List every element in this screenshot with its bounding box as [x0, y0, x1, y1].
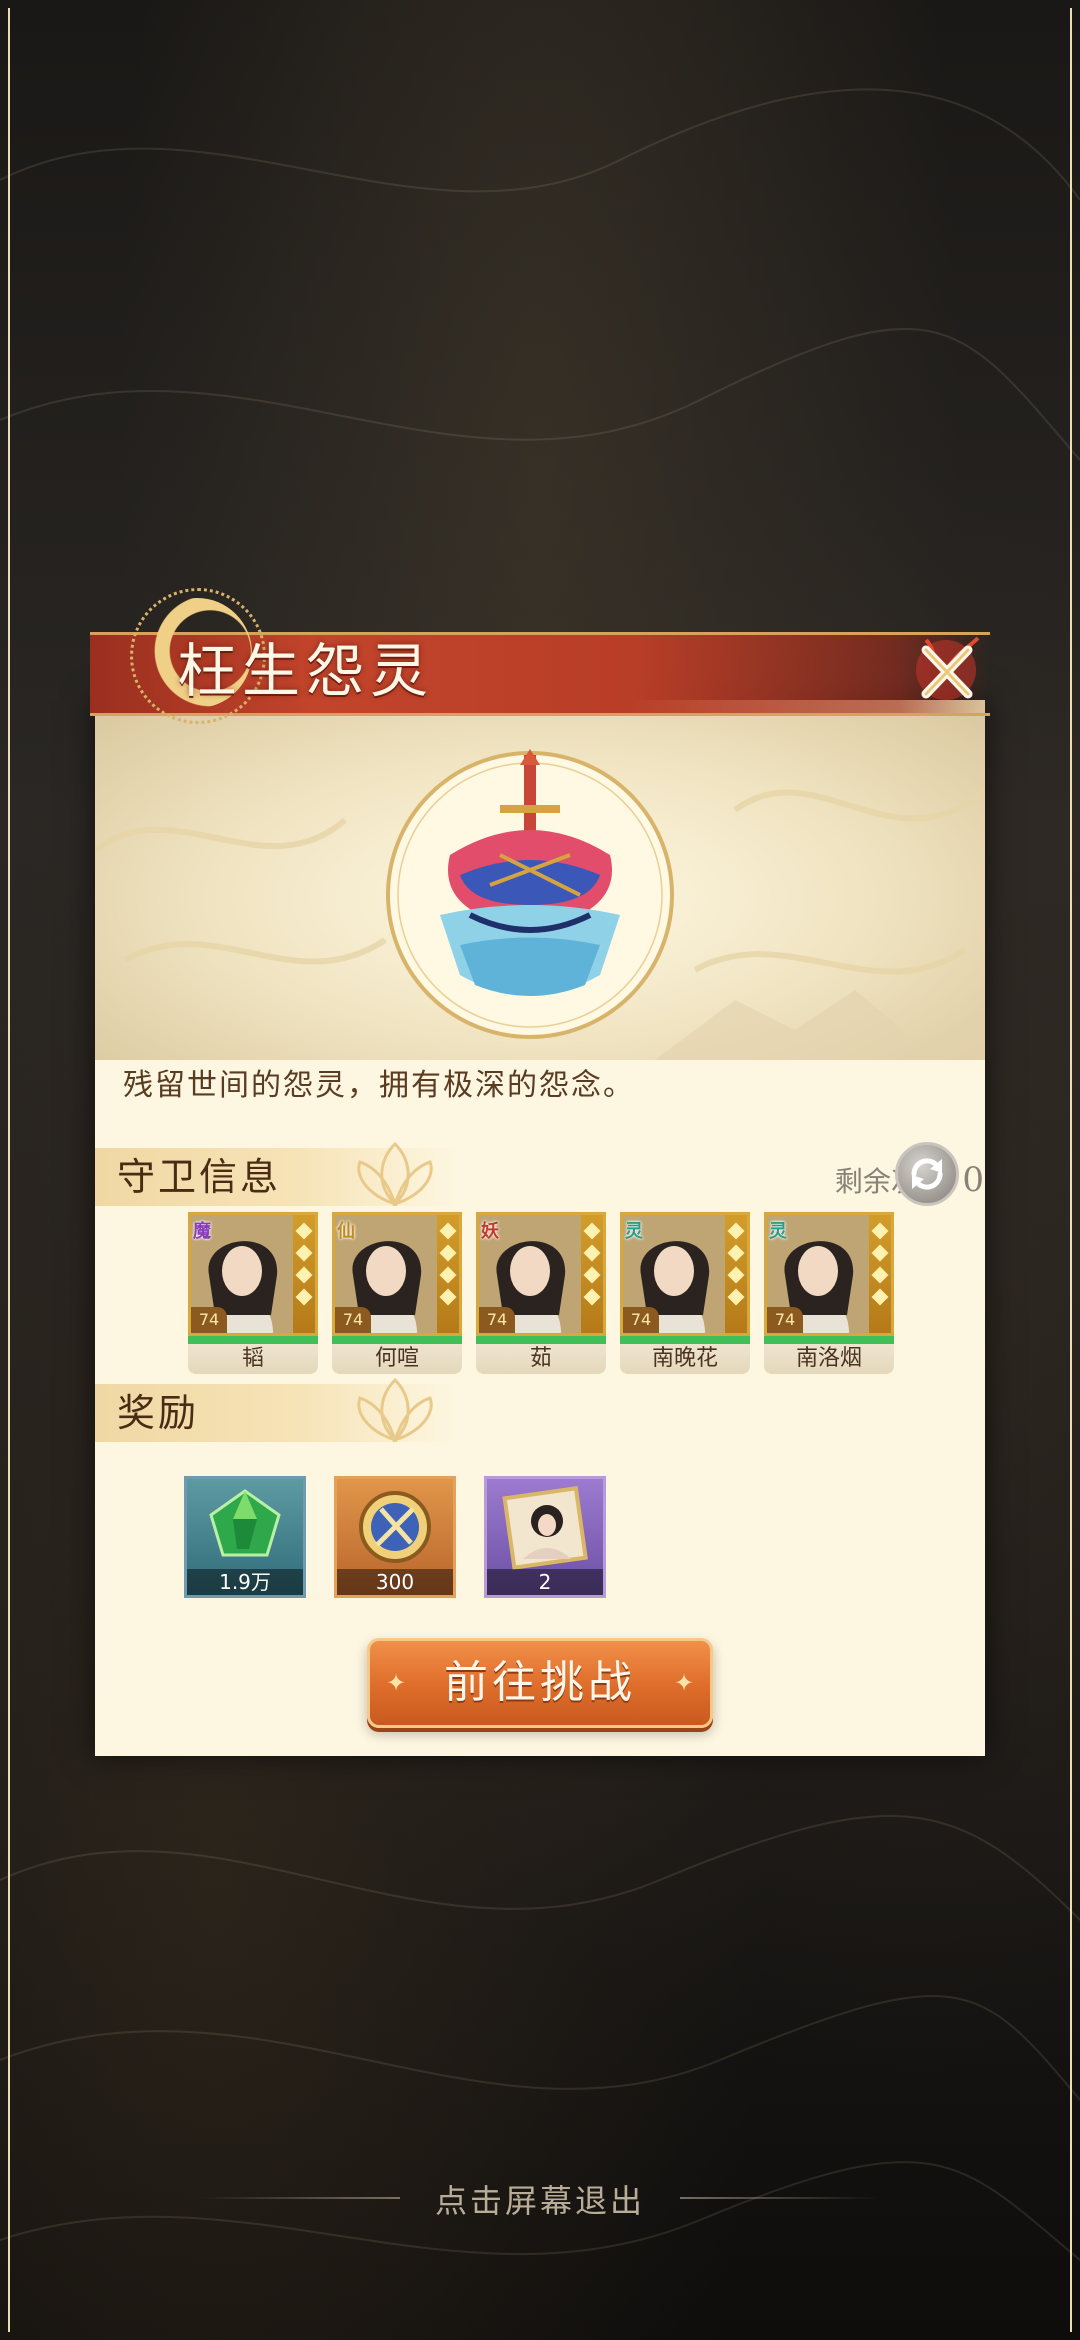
reward-item-medal[interactable]: 300 — [334, 1476, 456, 1598]
banner-art — [95, 700, 985, 1060]
go-challenge-label: 前往挑战 — [444, 1657, 636, 1708]
event-description: 残留世间的怨灵，拥有极深的怨念。 — [123, 1068, 635, 1103]
refresh-icon — [911, 1158, 943, 1190]
star-rating — [437, 1215, 459, 1333]
character-portrait-icon — [502, 1486, 588, 1570]
reward-section-header: 奖励 — [95, 1377, 455, 1443]
faction-badge: 灵 — [769, 1221, 787, 1242]
level-badge: 74 — [335, 1307, 371, 1333]
level-badge: 74 — [191, 1307, 227, 1333]
guard-portrait-frame: 灵 74 — [764, 1212, 894, 1336]
health-bar — [476, 1336, 606, 1344]
jade-gem-icon — [209, 1489, 281, 1557]
guard-card[interactable]: 妖 74 茹 — [476, 1212, 606, 1374]
star-rating — [869, 1215, 891, 1333]
lotus-icon — [357, 1141, 433, 1207]
reward-item-portrait[interactable]: 2 — [484, 1476, 606, 1598]
guard-portrait-frame: 灵 74 — [620, 1212, 750, 1336]
reward-item-jade[interactable]: 1.9万 — [184, 1476, 306, 1598]
reward-count: 300 — [337, 1569, 453, 1595]
guard-section-header: 守卫信息 — [95, 1141, 455, 1207]
star-rating — [581, 1215, 603, 1333]
health-bar — [620, 1336, 750, 1344]
lotus-icon — [357, 1377, 433, 1443]
sword-medal-icon — [359, 1491, 431, 1563]
guard-card[interactable]: 仙 74 何喧 — [332, 1212, 462, 1374]
health-bar — [332, 1336, 462, 1344]
level-badge: 74 — [623, 1307, 659, 1333]
level-badge: 74 — [479, 1307, 515, 1333]
faction-badge: 妖 — [481, 1221, 499, 1242]
close-icon — [916, 636, 980, 700]
faction-badge: 仙 — [337, 1221, 355, 1242]
guard-name: 南晚花 — [620, 1344, 750, 1374]
guard-portrait-frame: 魔 74 — [188, 1212, 318, 1336]
star-rating — [293, 1215, 315, 1333]
faction-badge: 灵 — [625, 1221, 643, 1242]
tap-to-exit-hint[interactable]: 点击屏幕退出 — [0, 2176, 1080, 2222]
star-rating — [725, 1215, 747, 1333]
reward-section-label: 奖励 — [117, 1391, 200, 1435]
close-button[interactable] — [898, 622, 994, 718]
health-bar — [764, 1336, 894, 1344]
remaining-value: 0 — [962, 1160, 984, 1200]
guard-portrait-frame: 妖 74 — [476, 1212, 606, 1336]
sparkle-icon: ✦ — [673, 1669, 695, 1697]
go-challenge-button[interactable]: ✦ 前往挑战 ✦ — [367, 1638, 713, 1728]
guard-name: 韬 — [188, 1344, 318, 1374]
guard-name: 南洛烟 — [764, 1344, 894, 1374]
reward-count: 1.9万 — [187, 1569, 303, 1595]
reward-count: 2 — [487, 1569, 603, 1595]
faction-badge: 魔 — [193, 1221, 211, 1242]
health-bar — [188, 1336, 318, 1344]
guard-portrait-frame: 仙 74 — [332, 1212, 462, 1336]
level-badge: 74 — [767, 1307, 803, 1333]
guard-card[interactable]: 魔 74 韬 — [188, 1212, 318, 1374]
popup-title: 枉生怨灵 — [178, 637, 435, 705]
floating-island-emblem — [386, 749, 674, 1039]
guard-name: 茹 — [476, 1344, 606, 1374]
refresh-button[interactable] — [895, 1142, 959, 1206]
guard-section-label: 守卫信息 — [117, 1155, 282, 1199]
guard-card[interactable]: 灵 74 南晚花 — [620, 1212, 750, 1374]
guard-card[interactable]: 灵 74 南洛烟 — [764, 1212, 894, 1374]
